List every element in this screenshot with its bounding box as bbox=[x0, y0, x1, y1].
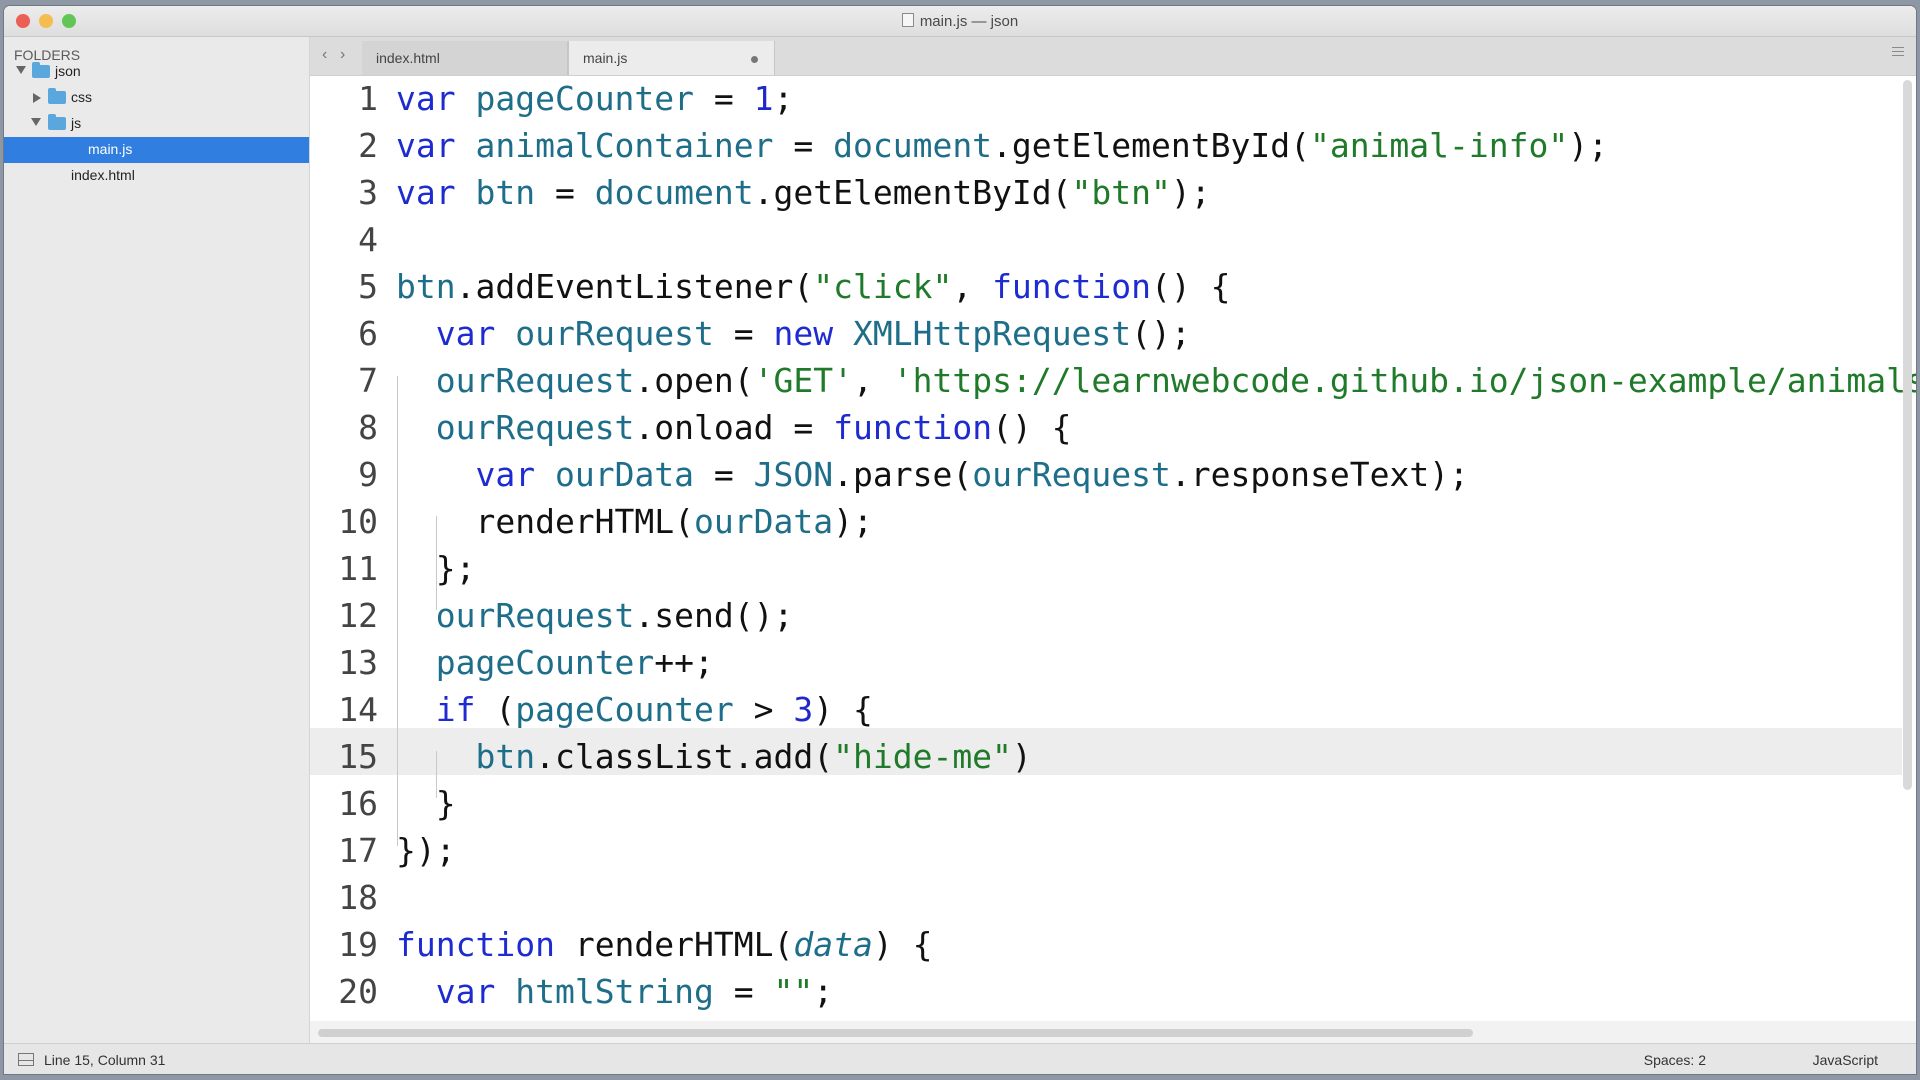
line-number: 4 bbox=[358, 220, 378, 259]
tab-bar: ‹ › index.html main.js bbox=[310, 37, 1916, 76]
horizontal-scroll-track bbox=[310, 1021, 1916, 1043]
tab-index-html[interactable]: index.html bbox=[362, 41, 568, 75]
code-line[interactable]: var btn = document.getElementById("btn")… bbox=[396, 173, 1211, 212]
title-bar: main.js — json bbox=[4, 6, 1916, 37]
document-icon bbox=[901, 13, 914, 27]
tree-label: css bbox=[71, 89, 92, 105]
tree-label: js bbox=[71, 115, 82, 131]
code-line[interactable]: function renderHTML(data) { bbox=[396, 925, 932, 964]
code-line[interactable]: var animalContainer = document.getElemen… bbox=[396, 126, 1608, 165]
code-line[interactable]: var pageCounter = 1; bbox=[396, 79, 793, 118]
line-number: 11 bbox=[338, 549, 378, 588]
line-number: 9 bbox=[358, 455, 378, 494]
tab-label: main.js bbox=[583, 50, 628, 66]
vertical-scrollbar[interactable] bbox=[1903, 80, 1912, 790]
code-editor[interactable]: 1 2 3 4 5 6 7 8 9 10 11 12 13 14 15 16 1… bbox=[310, 76, 1916, 1043]
disclosure-closed-icon[interactable] bbox=[33, 93, 41, 103]
code-line[interactable]: ourRequest.send(); bbox=[396, 596, 794, 635]
disclosure-open-icon[interactable] bbox=[31, 118, 41, 126]
chevron-right-icon[interactable]: › bbox=[340, 46, 345, 64]
code-line[interactable]: var ourData = JSON.parse(ourRequest.resp… bbox=[396, 455, 1468, 494]
tree-label: main.js bbox=[88, 141, 133, 157]
line-number: 18 bbox=[338, 878, 378, 917]
code-line[interactable]: var htmlString = ""; bbox=[396, 972, 833, 1011]
status-bar: Line 15, Column 31 Spaces: 2 JavaScript bbox=[4, 1043, 1916, 1074]
code-line[interactable]: btn.classList.add("hide-me") bbox=[396, 737, 1031, 776]
line-number: 15 bbox=[338, 737, 378, 776]
code-line[interactable]: renderHTML(ourData); bbox=[396, 502, 872, 541]
line-number: 13 bbox=[338, 643, 378, 682]
line-number: 16 bbox=[338, 784, 378, 823]
folder-icon bbox=[32, 62, 50, 78]
tree-folder-json[interactable]: json bbox=[4, 59, 309, 85]
line-number: 6 bbox=[358, 314, 378, 353]
window-title: main.js — json bbox=[4, 13, 1916, 30]
window-title-text: main.js — json bbox=[919, 13, 1019, 30]
tab-main-js[interactable]: main.js bbox=[568, 41, 775, 75]
editor-window: main.js — json FOLDERS json css js main.… bbox=[4, 6, 1916, 1074]
line-number: 14 bbox=[338, 690, 378, 729]
code-line[interactable]: ourRequest.onload = function() { bbox=[396, 408, 1072, 447]
sidebar: FOLDERS json css js main.js index.html bbox=[4, 37, 310, 1043]
line-number: 7 bbox=[358, 361, 378, 400]
disclosure-open-icon[interactable] bbox=[16, 66, 26, 74]
code-line[interactable]: pageCounter++; bbox=[396, 643, 714, 682]
panel-toggle-icon[interactable] bbox=[18, 1053, 34, 1066]
line-number: 2 bbox=[358, 126, 378, 165]
code-line[interactable]: if (pageCounter > 3) { bbox=[396, 690, 873, 729]
code-line[interactable]: ourRequest.open('GET', 'https://learnweb… bbox=[396, 361, 1916, 400]
folder-icon bbox=[48, 114, 66, 130]
tab-label: index.html bbox=[376, 50, 440, 66]
indentation-setting[interactable]: Spaces: 2 bbox=[1644, 1052, 1706, 1068]
code-line[interactable]: var ourRequest = new XMLHttpRequest(); bbox=[396, 314, 1191, 353]
tree-file-index-html[interactable]: index.html bbox=[4, 163, 309, 189]
tree-folder-css[interactable]: css bbox=[4, 85, 309, 111]
line-number: 10 bbox=[338, 502, 378, 541]
line-number: 19 bbox=[338, 925, 378, 964]
tree-folder-js[interactable]: js bbox=[4, 111, 309, 137]
tree-label: json bbox=[55, 63, 81, 79]
tree-file-main-js[interactable]: main.js bbox=[4, 137, 309, 163]
horizontal-scrollbar[interactable] bbox=[318, 1029, 1473, 1037]
cursor-position: Line 15, Column 31 bbox=[44, 1052, 166, 1068]
line-number: 12 bbox=[338, 596, 378, 635]
folder-icon bbox=[48, 88, 66, 104]
code-line[interactable]: } bbox=[396, 784, 456, 823]
code-line[interactable]: btn.addEventListener("click", function()… bbox=[396, 267, 1231, 306]
tab-menu-icon[interactable] bbox=[1892, 47, 1904, 59]
line-number: 3 bbox=[358, 173, 378, 212]
line-number: 17 bbox=[338, 831, 378, 870]
syntax-selector[interactable]: JavaScript bbox=[1813, 1052, 1878, 1068]
line-number: 5 bbox=[358, 267, 378, 306]
code-line[interactable]: }); bbox=[396, 831, 456, 870]
line-number: 8 bbox=[358, 408, 378, 447]
line-number: 1 bbox=[358, 79, 378, 118]
unsaved-dot-icon[interactable] bbox=[751, 56, 758, 63]
tree-label: index.html bbox=[71, 167, 135, 183]
code-line[interactable]: }; bbox=[396, 549, 476, 588]
chevron-left-icon[interactable]: ‹ bbox=[322, 46, 327, 64]
line-number: 20 bbox=[338, 972, 378, 1011]
